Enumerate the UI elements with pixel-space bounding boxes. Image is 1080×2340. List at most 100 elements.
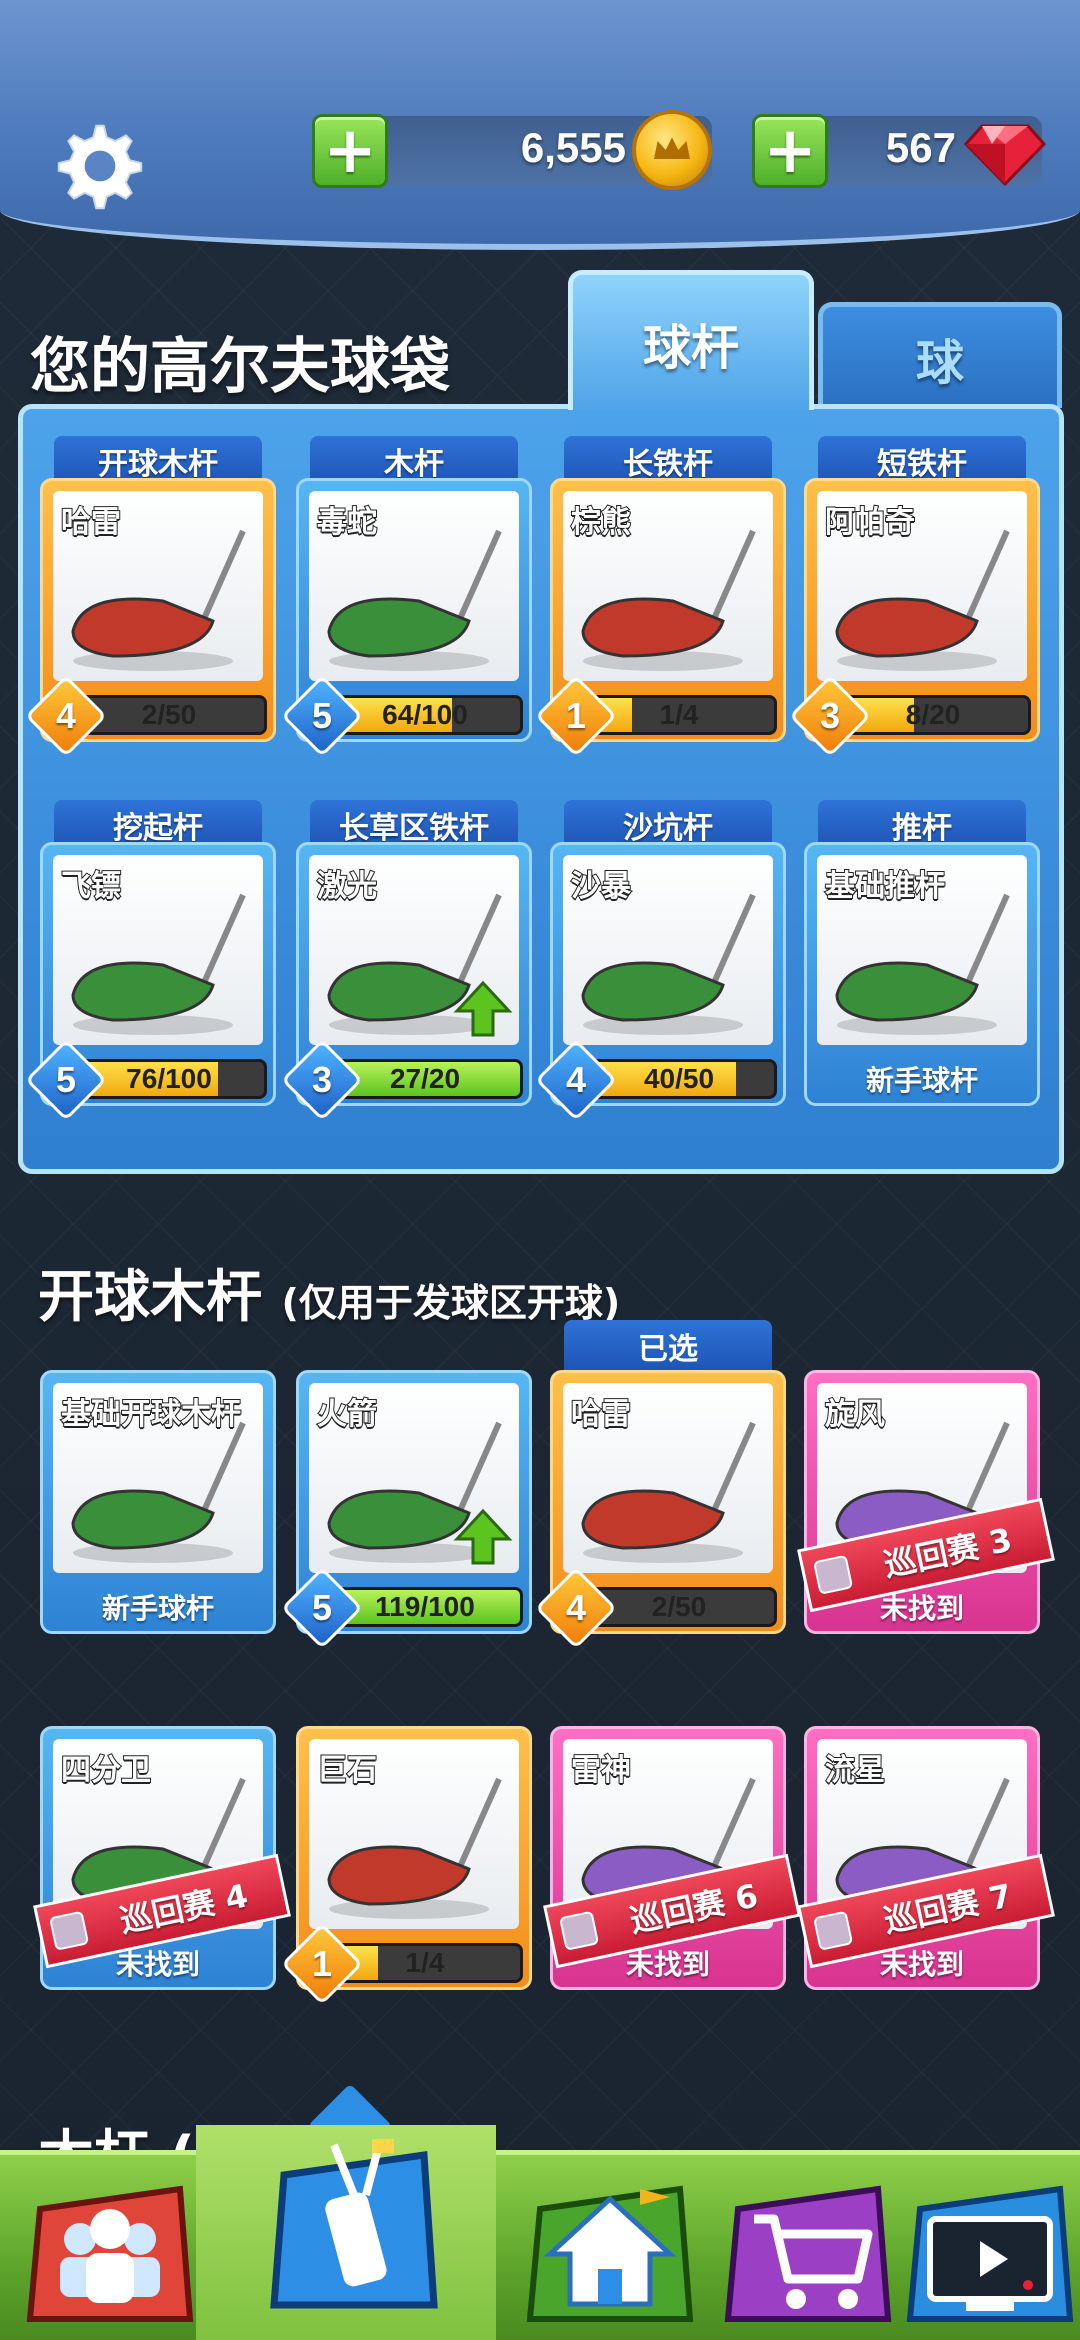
tab-clubs[interactable]: 球杆 bbox=[568, 270, 814, 410]
tab-balls[interactable]: 球 bbox=[818, 302, 1062, 408]
shop-cart-icon[interactable] bbox=[718, 2169, 898, 2339]
bottom-navigation bbox=[0, 2125, 1080, 2340]
level-number: 5 bbox=[311, 1587, 333, 1628]
club-name: 哈雷 bbox=[60, 504, 122, 541]
level-number: 4 bbox=[565, 1587, 587, 1628]
club-name: 旋风 bbox=[824, 1396, 886, 1433]
coin-amount: 6,555 bbox=[520, 124, 626, 171]
card-frame: 旋风 未找到 巡回赛 3 bbox=[797, 1370, 1055, 1634]
card-frame: 哈雷 2/50 4 bbox=[24, 478, 276, 758]
club-card[interactable]: 沙坑杆 沙暴 40/50 4 bbox=[534, 800, 786, 1122]
card-status-label: 新手球杆 bbox=[101, 1592, 214, 1625]
crown-coin-icon bbox=[632, 110, 712, 190]
card-image-area: 毒蛇 bbox=[309, 491, 519, 681]
card-frame: 流星 未找到 巡回赛 7 bbox=[797, 1726, 1055, 1990]
card-image-area: 基础推杆 bbox=[817, 855, 1027, 1045]
drivers-section-title: 开球木杆 (仅用于发球区开球) bbox=[38, 1252, 620, 1333]
club-name: 飞镖 bbox=[60, 868, 122, 905]
club-name: 火箭 bbox=[316, 1396, 378, 1433]
level-number: 1 bbox=[565, 695, 587, 736]
club-name: 基础推杆 bbox=[824, 868, 946, 905]
padlock-icon bbox=[812, 1910, 854, 1951]
club-card[interactable]: 巨石 1/4 1 bbox=[280, 1684, 532, 2006]
club-name: 哈雷 bbox=[570, 1396, 632, 1433]
card-frame: 巨石 1/4 1 bbox=[280, 1726, 532, 2006]
card-frame: 哈雷 2/50 4 bbox=[534, 1370, 786, 1650]
card-frame: 四分卫 未找到 巡回赛 4 bbox=[33, 1726, 291, 1990]
buy-coins-button[interactable]: + bbox=[312, 114, 388, 188]
card-image-area: 基础开球木杆 bbox=[53, 1383, 263, 1573]
padlock-icon bbox=[558, 1910, 600, 1951]
level-number: 3 bbox=[311, 1059, 333, 1100]
card-frame: 火箭 119/100 5 bbox=[280, 1370, 532, 1650]
club-card[interactable]: 开球木杆 哈雷 2/50 4 bbox=[24, 436, 276, 758]
gem-amount: 567 bbox=[885, 124, 956, 171]
card-status-label: 新手球杆 bbox=[865, 1064, 978, 1097]
card-image-area: 巨石 bbox=[309, 1739, 519, 1929]
settings-gear-icon[interactable] bbox=[52, 118, 148, 214]
club-name: 阿帕奇 bbox=[824, 504, 916, 541]
club-card[interactable]: 长草区铁杆 激光 27/20 3 bbox=[280, 800, 532, 1122]
card-frame: 基础开球木杆新手球杆 bbox=[40, 1370, 276, 1634]
card-frame: 棕熊 1/4 1 bbox=[534, 478, 786, 758]
club-name: 巨石 bbox=[316, 1752, 378, 1789]
buy-gems-button[interactable]: + bbox=[752, 114, 828, 188]
club-name: 沙暴 bbox=[570, 868, 632, 905]
card-image-area: 阿帕奇 bbox=[817, 491, 1027, 681]
card-image-area: 飞镖 bbox=[53, 855, 263, 1045]
clubs-social-icon[interactable] bbox=[20, 2169, 200, 2339]
card-image-area: 棕熊 bbox=[563, 491, 773, 681]
club-card[interactable]: 火箭 119/100 5 bbox=[280, 1328, 532, 1650]
card-image-area: 火箭 bbox=[309, 1383, 519, 1573]
club-card[interactable]: 长铁杆 棕熊 1/4 1 bbox=[534, 436, 786, 758]
card-image-area: 沙暴 bbox=[563, 855, 773, 1045]
selected-tag: 已选 bbox=[564, 1320, 772, 1372]
club-head-image bbox=[71, 529, 246, 671]
club-head-image bbox=[581, 1421, 756, 1563]
club-head-image bbox=[71, 1421, 246, 1563]
club-name: 四分卫 bbox=[60, 1752, 152, 1789]
club-card[interactable]: 基础开球木杆新手球杆 bbox=[40, 1328, 276, 1634]
club-head-image bbox=[327, 1777, 502, 1919]
club-name: 毒蛇 bbox=[316, 504, 378, 541]
club-name: 雷神 bbox=[570, 1752, 632, 1789]
club-head-image bbox=[835, 529, 1010, 671]
tv-rec-icon[interactable] bbox=[900, 2169, 1080, 2339]
card-frame: 阿帕奇 8/20 3 bbox=[788, 478, 1040, 758]
card-frame: 沙暴 40/50 4 bbox=[534, 842, 786, 1122]
card-frame: 激光 27/20 3 bbox=[280, 842, 532, 1122]
club-card[interactable]: 短铁杆 阿帕奇 8/20 3 bbox=[788, 436, 1040, 758]
level-number: 4 bbox=[565, 1059, 587, 1100]
club-card[interactable]: 流星 未找到 巡回赛 7 bbox=[797, 1684, 1055, 1990]
club-card[interactable]: 推杆 基础推杆 新手球杆 bbox=[804, 800, 1040, 1106]
card-image-area: 哈雷 bbox=[563, 1383, 773, 1573]
club-name: 基础开球木杆 bbox=[60, 1396, 242, 1433]
upgrade-arrow-icon bbox=[453, 980, 513, 1037]
golf-bag-icon[interactable] bbox=[254, 2125, 454, 2325]
club-name: 棕熊 bbox=[570, 504, 632, 541]
level-number: 5 bbox=[55, 1059, 77, 1100]
club-head-image bbox=[581, 529, 756, 671]
club-card[interactable]: 木杆 毒蛇 64/100 5 bbox=[280, 436, 532, 758]
gem-counter: + 567 bbox=[752, 114, 1047, 188]
ruby-gem-icon bbox=[963, 124, 1047, 187]
club-head-image bbox=[581, 893, 756, 1035]
card-image-area: 哈雷 bbox=[53, 491, 263, 681]
upgrade-arrow-icon bbox=[453, 1508, 513, 1565]
club-card[interactable]: 四分卫 未找到 巡回赛 4 bbox=[33, 1684, 291, 1990]
club-card[interactable]: 已选 哈雷 2/50 4 bbox=[534, 1320, 786, 1650]
level-number: 3 bbox=[819, 695, 841, 736]
padlock-icon bbox=[48, 1910, 90, 1951]
card-frame: 飞镖 76/100 5 bbox=[24, 842, 276, 1122]
home-icon[interactable] bbox=[520, 2169, 700, 2339]
club-card[interactable]: 旋风 未找到 巡回赛 3 bbox=[797, 1328, 1055, 1634]
drivers-title: 开球木杆 bbox=[38, 1265, 262, 1330]
golf-bag-title: 您的高尔夫球袋 bbox=[30, 332, 450, 402]
club-card[interactable]: 雷神 未找到 巡回赛 6 bbox=[543, 1684, 801, 1990]
level-number: 1 bbox=[311, 1943, 333, 1984]
padlock-icon bbox=[812, 1554, 854, 1595]
club-card[interactable]: 挖起杆 飞镖 76/100 5 bbox=[24, 800, 276, 1122]
club-head-image bbox=[835, 893, 1010, 1035]
club-name: 激光 bbox=[316, 868, 378, 905]
level-number: 4 bbox=[55, 695, 77, 736]
